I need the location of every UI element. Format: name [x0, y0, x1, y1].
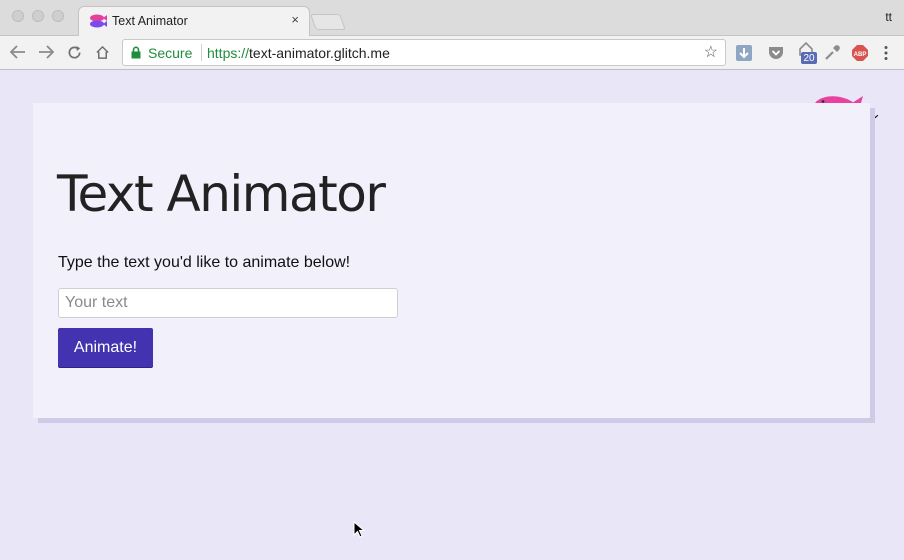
glitch-fish-favicon-icon [90, 14, 107, 28]
eyedropper-icon[interactable] [823, 44, 841, 62]
bookmark-star-icon[interactable]: ☆ [704, 42, 718, 62]
tab-close-button[interactable]: × [291, 12, 299, 27]
animate-button[interactable]: Animate! [58, 328, 153, 367]
reload-icon [68, 45, 81, 58]
profile-label[interactable]: tt [885, 10, 892, 24]
address-bar[interactable]: Secure https://text-animator.glitch.me ☆ [122, 39, 726, 66]
menu-icon[interactable] [877, 44, 895, 62]
maximize-window-button[interactable] [52, 10, 64, 22]
omnibox-separator [201, 44, 202, 61]
close-window-button[interactable] [12, 10, 24, 22]
back-icon [10, 45, 25, 59]
tab-title: Text Animator [112, 14, 188, 28]
forward-button[interactable] [34, 40, 58, 64]
back-button[interactable] [6, 40, 30, 64]
forward-icon [39, 45, 54, 59]
svg-text:ABP: ABP [854, 52, 867, 58]
home-button[interactable] [90, 40, 114, 64]
reload-button[interactable] [62, 40, 86, 64]
url-scheme: https:// [207, 45, 250, 61]
home-icon [95, 45, 109, 59]
mouse-cursor-icon [353, 521, 365, 538]
minimize-window-button[interactable] [32, 10, 44, 22]
chevron-down-icon[interactable]: ⌄ [870, 106, 881, 122]
url-text[interactable]: https://text-animator.glitch.me [207, 45, 390, 61]
tab-strip: Text Animator × tt [0, 0, 904, 36]
page-title: Text Animator [57, 165, 386, 223]
instruction-text: Type the text you'd like to animate belo… [58, 254, 351, 271]
lock-icon [131, 46, 141, 59]
text-input[interactable] [58, 288, 398, 318]
adblock-icon[interactable]: ABP [851, 44, 869, 62]
pocket-icon[interactable] [767, 44, 785, 62]
download-icon[interactable] [735, 44, 753, 62]
new-tab-button[interactable] [310, 14, 346, 30]
secure-label: Secure [148, 45, 193, 61]
extension-badge-count: 20 [803, 53, 815, 64]
browser-toolbar: Secure https://text-animator.glitch.me ☆… [0, 36, 904, 70]
main-card: Text Animator Type the text you'd like t… [33, 103, 870, 418]
url-host: text-animator.glitch.me [249, 45, 390, 61]
tab-text-animator[interactable]: Text Animator × [78, 6, 310, 36]
